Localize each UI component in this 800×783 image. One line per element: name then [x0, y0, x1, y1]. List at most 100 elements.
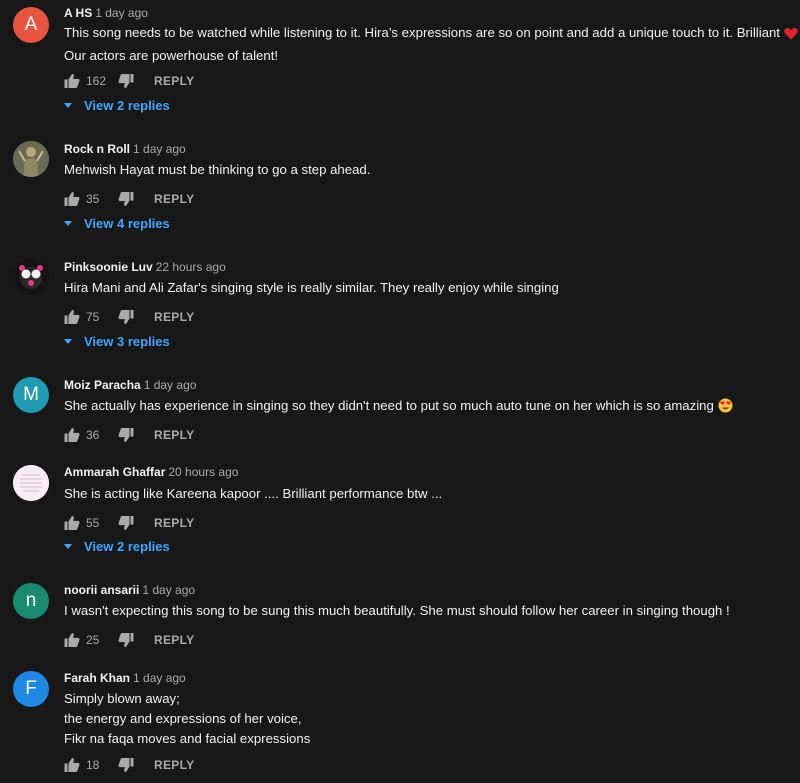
red-heart-emoji — [784, 26, 798, 46]
comment-time[interactable]: 22 hours ago — [156, 260, 226, 274]
avatar-letter: M — [23, 384, 39, 405]
comment-text: She actually has experience in singing s… — [64, 396, 733, 419]
comment-time[interactable]: 1 day ago — [144, 378, 197, 392]
reply-button[interactable]: REPLY — [154, 428, 194, 442]
avatar[interactable] — [13, 465, 49, 501]
comment-time[interactable]: 1 day ago — [133, 142, 186, 156]
comment-author[interactable]: A HS — [64, 6, 92, 20]
comment-text: Mehwish Hayat must be thinking to go a s… — [64, 160, 370, 180]
comment-author[interactable]: Farah Khan — [64, 671, 130, 685]
comment-time[interactable]: 1 day ago — [142, 583, 195, 597]
chevron-down-icon — [64, 339, 72, 344]
comment-header: Pinksoonie Luv 22 hours ago — [64, 260, 226, 274]
comment-text: She is acting like Kareena kapoor .... B… — [64, 484, 442, 504]
avatar[interactable]: n — [13, 583, 49, 619]
like-count: 75 — [86, 310, 100, 324]
thumbs-up-icon[interactable] — [64, 427, 80, 443]
thumbs-down-icon[interactable] — [118, 73, 134, 89]
thumbs-down-icon[interactable] — [118, 191, 134, 207]
like-count: 36 — [86, 428, 100, 442]
comment-line: I wasn't expecting this song to be sung … — [64, 603, 730, 618]
comment-header: Rock n Roll 1 day ago — [64, 142, 186, 156]
comment-line: Fikr na faqa moves and facial expression… — [64, 731, 311, 746]
view-replies-label: View 3 replies — [84, 334, 170, 349]
avatar[interactable] — [13, 259, 49, 295]
avatar[interactable]: F — [13, 671, 49, 707]
like-count: 162 — [86, 74, 107, 88]
comment-header: Moiz Paracha 1 day ago — [64, 378, 196, 392]
like-count: 35 — [86, 192, 100, 206]
comment-line: She actually has experience in singing s… — [64, 398, 714, 413]
thumbs-up-icon[interactable] — [64, 191, 80, 207]
avatar[interactable]: A — [13, 7, 49, 43]
reply-button[interactable]: REPLY — [154, 516, 194, 530]
comment-actions: 18 REPLY — [64, 756, 194, 774]
reply-button[interactable]: REPLY — [154, 310, 194, 324]
thumbs-up-icon[interactable] — [64, 757, 80, 773]
comment-text: I wasn't expecting this song to be sung … — [64, 601, 730, 621]
like-count: 25 — [86, 633, 100, 647]
comment-actions: 25 REPLY — [64, 631, 194, 649]
comment-line: Simply blown away; — [64, 691, 180, 706]
thumbs-up-icon[interactable] — [64, 515, 80, 531]
comment-text: Simply blown away; the energy and expres… — [64, 689, 310, 749]
comment-line: Mehwish Hayat must be thinking to go a s… — [64, 162, 371, 177]
reply-button[interactable]: REPLY — [154, 633, 194, 647]
thumbs-up-icon[interactable] — [64, 632, 80, 648]
comment-line: She is acting like Kareena kapoor .... B… — [64, 486, 443, 501]
thumbs-up-icon[interactable] — [64, 309, 80, 325]
comment-line: the energy and expressions of her voice, — [64, 711, 302, 726]
comment-actions: 36 REPLY — [64, 426, 194, 444]
reply-button[interactable]: REPLY — [154, 758, 194, 772]
thumbs-down-icon[interactable] — [118, 757, 134, 773]
comment-line: This song needs to be watched while list… — [64, 25, 780, 40]
thumbs-down-icon[interactable] — [118, 515, 134, 531]
reply-button[interactable]: REPLY — [154, 192, 194, 206]
comment-line: Hira Mani and Ali Zafar's singing style … — [64, 280, 559, 295]
view-replies-label: View 2 replies — [84, 539, 170, 554]
like-count: 55 — [86, 516, 100, 530]
comment-text: Hira Mani and Ali Zafar's singing style … — [64, 278, 559, 298]
avatar[interactable] — [13, 141, 49, 177]
chevron-down-icon — [64, 221, 72, 226]
avatar-letter: A — [24, 14, 38, 35]
comment-time[interactable]: 20 hours ago — [168, 465, 238, 479]
chevron-down-icon — [64, 544, 72, 549]
avatar-image — [13, 465, 49, 501]
view-replies-button[interactable]: View 4 replies — [64, 216, 170, 231]
thumbs-down-icon[interactable] — [118, 427, 134, 443]
view-replies-label: View 2 replies — [84, 98, 170, 113]
comment-author[interactable]: Pinksoonie Luv — [64, 260, 153, 274]
comment-time[interactable]: 1 day ago — [133, 671, 186, 685]
view-replies-label: View 4 replies — [84, 216, 170, 231]
reply-button[interactable]: REPLY — [154, 74, 194, 88]
thumbs-down-icon[interactable] — [118, 632, 134, 648]
comment-header: A HS 1 day ago — [64, 6, 148, 20]
avatar-image — [13, 259, 49, 295]
heart-eyes-emoji — [718, 398, 733, 419]
view-replies-button[interactable]: View 2 replies — [64, 98, 170, 113]
comment-author[interactable]: noorii ansarii — [64, 583, 139, 597]
comment-author[interactable]: Moiz Paracha — [64, 378, 141, 392]
comment-author[interactable]: Ammarah Ghaffar — [64, 465, 165, 479]
comment-actions: 75 REPLY — [64, 308, 194, 326]
comment-actions: 162 REPLY — [64, 72, 194, 90]
like-count: 18 — [86, 758, 100, 772]
comment-header: Ammarah Ghaffar 20 hours ago — [64, 465, 238, 479]
comment-header: noorii ansarii 1 day ago — [64, 583, 195, 597]
avatar[interactable]: M — [13, 377, 49, 413]
avatar-letter: F — [25, 678, 37, 699]
view-replies-button[interactable]: View 2 replies — [64, 539, 170, 554]
chevron-down-icon — [64, 103, 72, 108]
view-replies-button[interactable]: View 3 replies — [64, 334, 170, 349]
comment-line: Our actors are powerhouse of talent! — [64, 48, 279, 63]
avatar-letter: n — [25, 590, 37, 611]
comment-author[interactable]: Rock n Roll — [64, 142, 130, 156]
comment-text: This song needs to be watched while list… — [64, 23, 798, 66]
thumbs-up-icon[interactable] — [64, 73, 80, 89]
thumbs-down-icon[interactable] — [118, 309, 134, 325]
comment-header: Farah Khan 1 day ago — [64, 671, 186, 685]
comment-actions: 55 REPLY — [64, 514, 194, 532]
comment-time[interactable]: 1 day ago — [95, 6, 148, 20]
comment-actions: 35 REPLY — [64, 190, 194, 208]
